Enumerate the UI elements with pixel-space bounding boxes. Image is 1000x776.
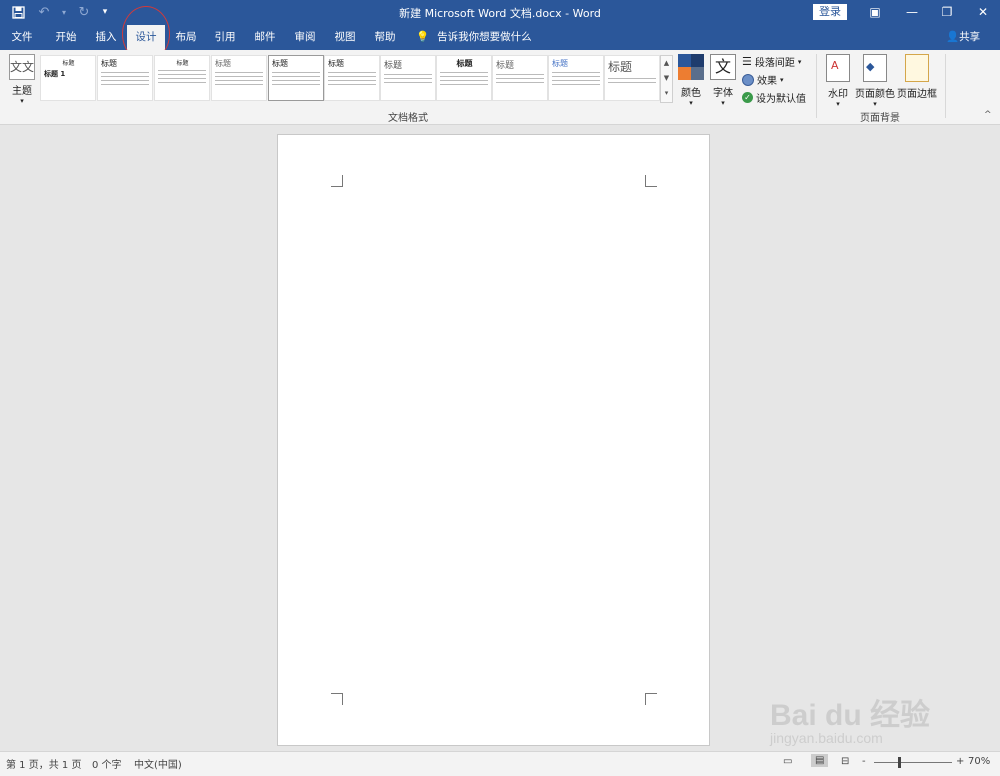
chevron-up-icon[interactable]: ▲ — [661, 56, 672, 71]
page-borders-button[interactable]: 页面边框 — [897, 54, 937, 100]
tab-home[interactable]: 开始 — [48, 25, 84, 50]
chevron-down-icon: ▾ — [721, 99, 725, 107]
zoom-level[interactable]: 70% — [968, 756, 990, 767]
tell-me-label: 告诉我你想要做什么 — [437, 31, 532, 43]
paragraph-spacing-label: 段落间距 — [754, 58, 795, 69]
chevron-down-icon: ▾ — [689, 99, 693, 107]
chevron-down-icon: ▾ — [797, 57, 802, 66]
style-set-item[interactable]: 标题 — [211, 55, 267, 101]
themes-label: 主题 — [12, 86, 32, 97]
group-separator — [816, 54, 817, 118]
tab-layout[interactable]: 布局 — [168, 25, 204, 50]
gallery-scroll[interactable]: ▲ ▼ ▾ — [660, 55, 673, 103]
set-as-default-button[interactable]: ✓ 设为默认值 — [742, 90, 806, 105]
themes-icon: 文文 — [9, 54, 35, 80]
fonts-button[interactable]: 文 字体 ▾ — [709, 54, 737, 107]
page-color-button[interactable]: ◆ 页面颜色 ▾ — [855, 54, 895, 108]
watermark-button[interactable]: A 水印 ▾ — [824, 54, 852, 108]
zoom-slider-thumb[interactable] — [898, 757, 901, 768]
colors-button[interactable]: 颜色 ▾ — [676, 54, 706, 107]
style-set-item[interactable]: 标题 — [604, 55, 660, 101]
chevron-down-icon: ▾ — [873, 100, 877, 108]
style-set-item[interactable]: 标题 — [154, 55, 210, 101]
colors-label: 颜色 — [681, 88, 701, 99]
tell-me-search[interactable]: 💡 告诉我你想要做什么 — [416, 25, 532, 50]
style-set-item[interactable]: 标题 — [97, 55, 153, 101]
baidu-jingyan-watermark: Bai du 经验 jingyan.baidu.com — [770, 640, 1000, 752]
watermark-label: 水印 — [828, 89, 848, 100]
themes-button[interactable]: 文文 主题 ▾ — [8, 54, 36, 105]
page-borders-icon — [905, 54, 929, 82]
tab-references[interactable]: 引用 — [207, 25, 243, 50]
login-button[interactable]: 登录 — [813, 4, 847, 20]
page-color-label: 页面颜色 — [855, 89, 895, 100]
lightbulb-icon: 💡 — [416, 31, 430, 43]
zoom-slider[interactable] — [874, 762, 952, 763]
crop-mark-bottom-right — [645, 693, 657, 705]
checkmark-icon: ✓ — [742, 92, 753, 103]
style-set-item[interactable]: 标题 — [492, 55, 548, 101]
language-indicator[interactable]: 中文(中国) — [134, 756, 182, 771]
fonts-icon: 文 — [710, 54, 736, 80]
chevron-down-icon: ▾ — [836, 100, 840, 108]
style-set-item-selected[interactable]: 标题 — [268, 55, 324, 101]
watermark-icon: A — [826, 54, 850, 82]
status-bar: 第 1 页，共 1 页 0 个字 中文(中国) ▭ ▤ ⊟ - + 70% — [0, 751, 1000, 776]
watermark-url: jingyan.baidu.com — [770, 730, 883, 746]
close-icon[interactable]: ✕ — [968, 2, 998, 22]
share-button[interactable]: 👤共享 — [946, 25, 980, 50]
read-mode-icon[interactable]: ▭ — [783, 756, 792, 767]
tab-file[interactable]: 文件 — [4, 25, 40, 50]
minimize-icon[interactable]: — — [897, 2, 927, 22]
crop-mark-top-left — [331, 175, 343, 187]
page-borders-label: 页面边框 — [897, 89, 937, 100]
set-as-default-label: 设为默认值 — [756, 94, 806, 105]
tab-mailings[interactable]: 邮件 — [247, 25, 283, 50]
paragraph-spacing-icon: ☰ — [742, 55, 752, 68]
tab-review[interactable]: 审阅 — [287, 25, 323, 50]
paragraph-spacing-button[interactable]: ☰ 段落间距 ▾ — [742, 54, 801, 69]
document-page[interactable] — [277, 134, 710, 746]
crop-mark-bottom-left — [331, 693, 343, 705]
more-icon[interactable]: ▾ — [661, 86, 672, 101]
tab-help[interactable]: 帮助 — [367, 25, 403, 50]
crop-mark-top-right — [645, 175, 657, 187]
word-count[interactable]: 0 个字 — [92, 756, 122, 771]
style-set-item[interactable]: 标题 — [380, 55, 436, 101]
group-separator — [945, 54, 946, 118]
ribbon-display-options-icon[interactable]: ▣ — [860, 2, 890, 22]
style-set-item[interactable]: 标题 — [324, 55, 380, 101]
zoom-in-button[interactable]: + — [956, 756, 964, 767]
watermark-text: Bai du 经验 — [770, 699, 931, 732]
style-gallery: 标题 标题 1 标题 标题 标题 标题 标题 标题 标题 标题 标题 标题 — [40, 55, 660, 101]
tab-insert[interactable]: 插入 — [88, 25, 124, 50]
effects-icon — [742, 73, 754, 86]
chevron-down-icon[interactable]: ▼ — [661, 71, 672, 86]
share-label: 共享 — [959, 31, 981, 43]
page-background-group-label: 页面背景 — [860, 113, 900, 124]
chevron-down-icon: ▾ — [20, 97, 24, 105]
person-icon: 👤 — [946, 31, 960, 43]
ribbon: 文文 主题 ▾ 标题 标题 1 标题 标题 标题 标题 标题 标题 标题 标题 — [0, 50, 1000, 125]
effects-button[interactable]: 效果 ▾ — [742, 72, 784, 87]
page-count[interactable]: 第 1 页，共 1 页 — [6, 756, 81, 771]
fonts-label: 字体 — [713, 88, 733, 99]
print-layout-icon[interactable]: ▤ — [811, 754, 829, 767]
style-set-item[interactable]: 标题 标题 1 — [40, 55, 96, 101]
page-color-icon: ◆ — [863, 54, 887, 82]
chevron-down-icon: ▾ — [780, 75, 784, 84]
style-set-item[interactable]: 标题 — [548, 55, 604, 101]
colors-icon — [678, 54, 704, 80]
collapse-ribbon-icon[interactable]: ^ — [984, 110, 992, 120]
zoom-out-button[interactable]: - — [862, 756, 866, 767]
style-set-item[interactable]: 标题 — [436, 55, 492, 101]
effects-label: 效果 — [757, 76, 777, 87]
restore-icon[interactable]: ❐ — [932, 2, 962, 22]
web-layout-icon[interactable]: ⊟ — [841, 756, 849, 767]
tab-view[interactable]: 视图 — [327, 25, 363, 50]
document-format-group-label: 文档格式 — [388, 113, 428, 124]
